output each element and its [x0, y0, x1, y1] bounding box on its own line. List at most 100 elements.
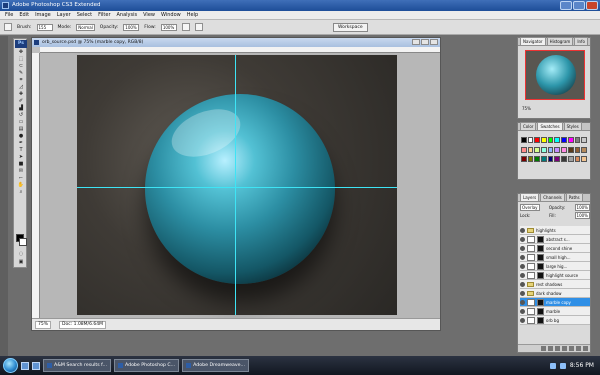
clone-stamp-tool-icon[interactable]: ▟	[16, 105, 26, 111]
menu-image[interactable]: Image	[32, 11, 54, 20]
horizontal-guide[interactable]	[77, 187, 397, 188]
tab-paths[interactable]: Paths	[565, 193, 583, 202]
tab-navigator[interactable]: Navigator	[520, 37, 546, 46]
tab-styles[interactable]: Styles	[563, 122, 582, 131]
brush-preset-icon[interactable]	[4, 23, 12, 31]
layer-mask-thumbnail[interactable]	[537, 253, 544, 261]
taskbar-item-browser[interactable]: A&M Search results f...	[43, 359, 111, 372]
screen-mode-icon[interactable]: ▣	[16, 259, 26, 265]
navigator-thumbnail[interactable]	[525, 50, 585, 100]
eraser-tool-icon[interactable]: ▭	[16, 119, 26, 125]
layer-opacity-field[interactable]: 100%	[574, 204, 590, 211]
add-mask-icon[interactable]	[555, 346, 560, 351]
color-swatch[interactable]	[541, 137, 547, 143]
zoom-tool-icon[interactable]: ⌕	[16, 189, 26, 195]
color-swatch[interactable]	[581, 137, 587, 143]
volume-icon[interactable]	[559, 362, 566, 369]
eye-icon[interactable]	[520, 245, 525, 251]
taskbar-item-dreamweaver[interactable]: Adobe Dreamweave...	[182, 359, 249, 372]
layer-mask-thumbnail[interactable]	[537, 298, 544, 306]
crop-tool-icon[interactable]: ⌗	[16, 77, 26, 83]
layer-thumbnail[interactable]	[527, 244, 535, 252]
zoom-level-field[interactable]: 75%	[35, 320, 52, 329]
maximize-button[interactable]	[573, 1, 585, 10]
layer-mask-thumbnail[interactable]	[537, 262, 544, 270]
eyedropper-tool-icon[interactable]: ⌐	[16, 175, 26, 181]
workspace-button[interactable]: Workspace	[333, 23, 368, 32]
marquee-tool-icon[interactable]: ⬚	[16, 56, 26, 62]
eye-icon[interactable]	[520, 299, 525, 305]
color-swatch[interactable]	[521, 137, 527, 143]
notes-tool-icon[interactable]: ✉	[16, 168, 26, 174]
menu-filter[interactable]: Filter	[95, 11, 113, 20]
color-swatch[interactable]	[521, 146, 527, 153]
start-button[interactable]	[3, 358, 18, 373]
move-tool-icon[interactable]: ✥	[16, 49, 26, 55]
menu-select[interactable]: Select	[74, 11, 95, 20]
network-icon[interactable]	[549, 362, 556, 369]
quick-launch-desktop-icon[interactable]	[32, 361, 40, 370]
color-swatch[interactable]	[534, 146, 541, 153]
healing-brush-tool-icon[interactable]: ✚	[16, 91, 26, 97]
layer-thumbnail[interactable]	[527, 316, 535, 324]
color-swatch[interactable]	[541, 156, 547, 163]
color-swatch[interactable]	[567, 156, 574, 163]
layer-thumbnail[interactable]	[527, 253, 535, 261]
eye-icon[interactable]	[520, 272, 525, 278]
color-swatch[interactable]	[547, 137, 554, 143]
color-swatch[interactable]	[581, 156, 587, 163]
background-color-swatch[interactable]	[19, 238, 27, 246]
menu-file[interactable]: File	[2, 11, 16, 20]
tab-color[interactable]: Color	[520, 122, 537, 131]
image-canvas[interactable]	[77, 55, 397, 315]
color-swatch[interactable]	[547, 156, 554, 163]
close-button[interactable]	[586, 1, 598, 10]
menu-window[interactable]: Window	[158, 11, 184, 20]
layer-mask-thumbnail[interactable]	[537, 316, 544, 324]
color-swatch[interactable]	[567, 146, 574, 153]
menu-layer[interactable]: Layer	[54, 11, 74, 20]
color-swatch[interactable]	[547, 146, 554, 153]
color-swatch[interactable]	[554, 137, 561, 143]
color-swatch[interactable]	[527, 137, 534, 143]
color-swatch[interactable]	[574, 146, 581, 153]
tab-channels[interactable]: Channels	[540, 193, 565, 202]
layer-mask-thumbnail[interactable]	[537, 235, 544, 243]
mode-select[interactable]: Normal	[76, 23, 95, 31]
tab-histogram[interactable]: Histogram	[546, 37, 574, 46]
color-swatch[interactable]	[534, 137, 541, 143]
layer-mask-thumbnail[interactable]	[537, 271, 544, 279]
menu-edit[interactable]: Edit	[16, 11, 32, 20]
layer-row[interactable]: orb bg	[520, 316, 590, 325]
eye-icon[interactable]	[520, 254, 525, 260]
gradient-tool-icon[interactable]: ▤	[16, 126, 26, 132]
airbrush-icon[interactable]	[181, 23, 190, 31]
dodge-tool-icon[interactable]: ●	[16, 133, 26, 139]
eye-icon[interactable]	[520, 281, 525, 287]
color-swatch[interactable]	[561, 146, 567, 153]
layer-style-icon[interactable]	[548, 346, 553, 351]
navigator-zoom-value[interactable]: 75%	[522, 106, 531, 111]
color-swatch[interactable]	[574, 137, 581, 143]
document-minimize-button[interactable]	[412, 39, 420, 45]
color-swatch[interactable]	[541, 146, 547, 153]
eye-icon[interactable]	[520, 317, 525, 323]
blend-mode-select[interactable]: Overlay	[520, 204, 540, 211]
quick-selection-tool-icon[interactable]: ✎	[16, 70, 26, 76]
quick-launch-browser-icon[interactable]	[21, 361, 29, 370]
document-title-bar[interactable]: orb_source.psd @ 75% (marble copy, RGB/8…	[32, 38, 440, 47]
shape-tool-icon[interactable]: ■	[16, 161, 26, 167]
eye-icon[interactable]	[520, 263, 525, 269]
system-clock[interactable]: 8:56 PM	[570, 362, 594, 369]
taskbar-item-photoshop[interactable]: Adobe Photoshop C...	[113, 359, 180, 372]
vertical-ruler[interactable]	[32, 53, 40, 318]
brush-size-field[interactable]: 155	[36, 23, 53, 31]
new-group-icon[interactable]	[569, 346, 574, 351]
history-brush-tool-icon[interactable]: ↺	[16, 112, 26, 118]
new-layer-icon[interactable]	[576, 346, 581, 351]
fill-field[interactable]: 100%	[574, 212, 590, 219]
adjustment-layer-icon[interactable]	[562, 346, 567, 351]
color-swatch[interactable]	[527, 156, 534, 163]
eye-icon[interactable]	[520, 236, 525, 242]
flow-field[interactable]: 100%	[160, 23, 177, 31]
